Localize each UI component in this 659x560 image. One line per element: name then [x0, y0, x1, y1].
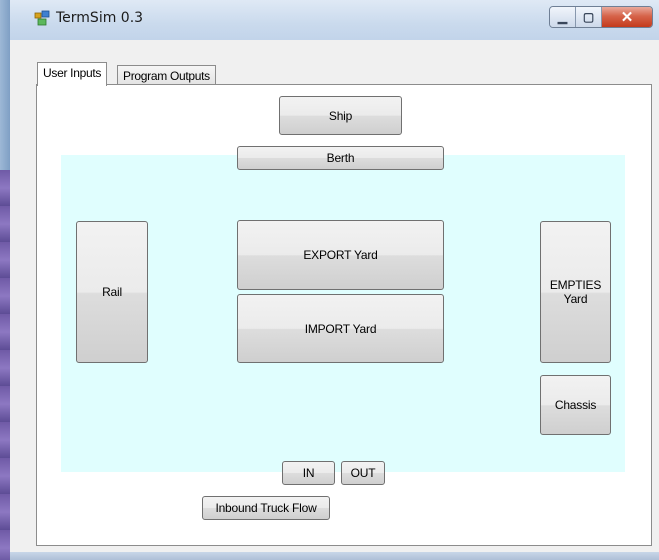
tab-user-inputs[interactable]: User Inputs	[37, 62, 108, 86]
rail-button[interactable]: Rail	[76, 221, 148, 363]
window-title: TermSim 0.3	[56, 10, 144, 26]
ship-button[interactable]: Ship	[279, 96, 402, 135]
empties-yard-button[interactable]: EMPTIES Yard	[540, 221, 611, 363]
close-icon: ✕	[620, 9, 634, 26]
out-button[interactable]: OUT	[341, 461, 385, 485]
tab-label: Program Outputs	[123, 69, 210, 83]
chassis-button[interactable]: Chassis	[540, 375, 611, 435]
title-bar[interactable]: TermSim 0.3 ▁ ▢ ✕	[10, 0, 659, 40]
minimize-button[interactable]: ▁	[550, 7, 576, 27]
desktop-background-edge	[0, 170, 10, 560]
berth-button[interactable]: Berth	[237, 146, 444, 170]
export-yard-button[interactable]: EXPORT Yard	[237, 220, 444, 290]
caption-buttons: ▁ ▢ ✕	[549, 6, 653, 28]
maximize-button[interactable]: ▢	[576, 7, 602, 27]
minimize-icon: ▁	[557, 10, 568, 24]
tab-label: User Inputs	[43, 66, 102, 80]
maximize-icon: ▢	[582, 10, 595, 24]
close-button[interactable]: ✕	[602, 7, 652, 27]
inbound-truck-flow-button[interactable]: Inbound Truck Flow	[202, 496, 330, 520]
tab-program-outputs[interactable]: Program Outputs	[117, 65, 216, 85]
in-button[interactable]: IN	[282, 461, 335, 485]
window-frame-bottom	[10, 552, 659, 560]
app-window-icon	[34, 10, 50, 26]
import-yard-button[interactable]: IMPORT Yard	[237, 294, 444, 363]
